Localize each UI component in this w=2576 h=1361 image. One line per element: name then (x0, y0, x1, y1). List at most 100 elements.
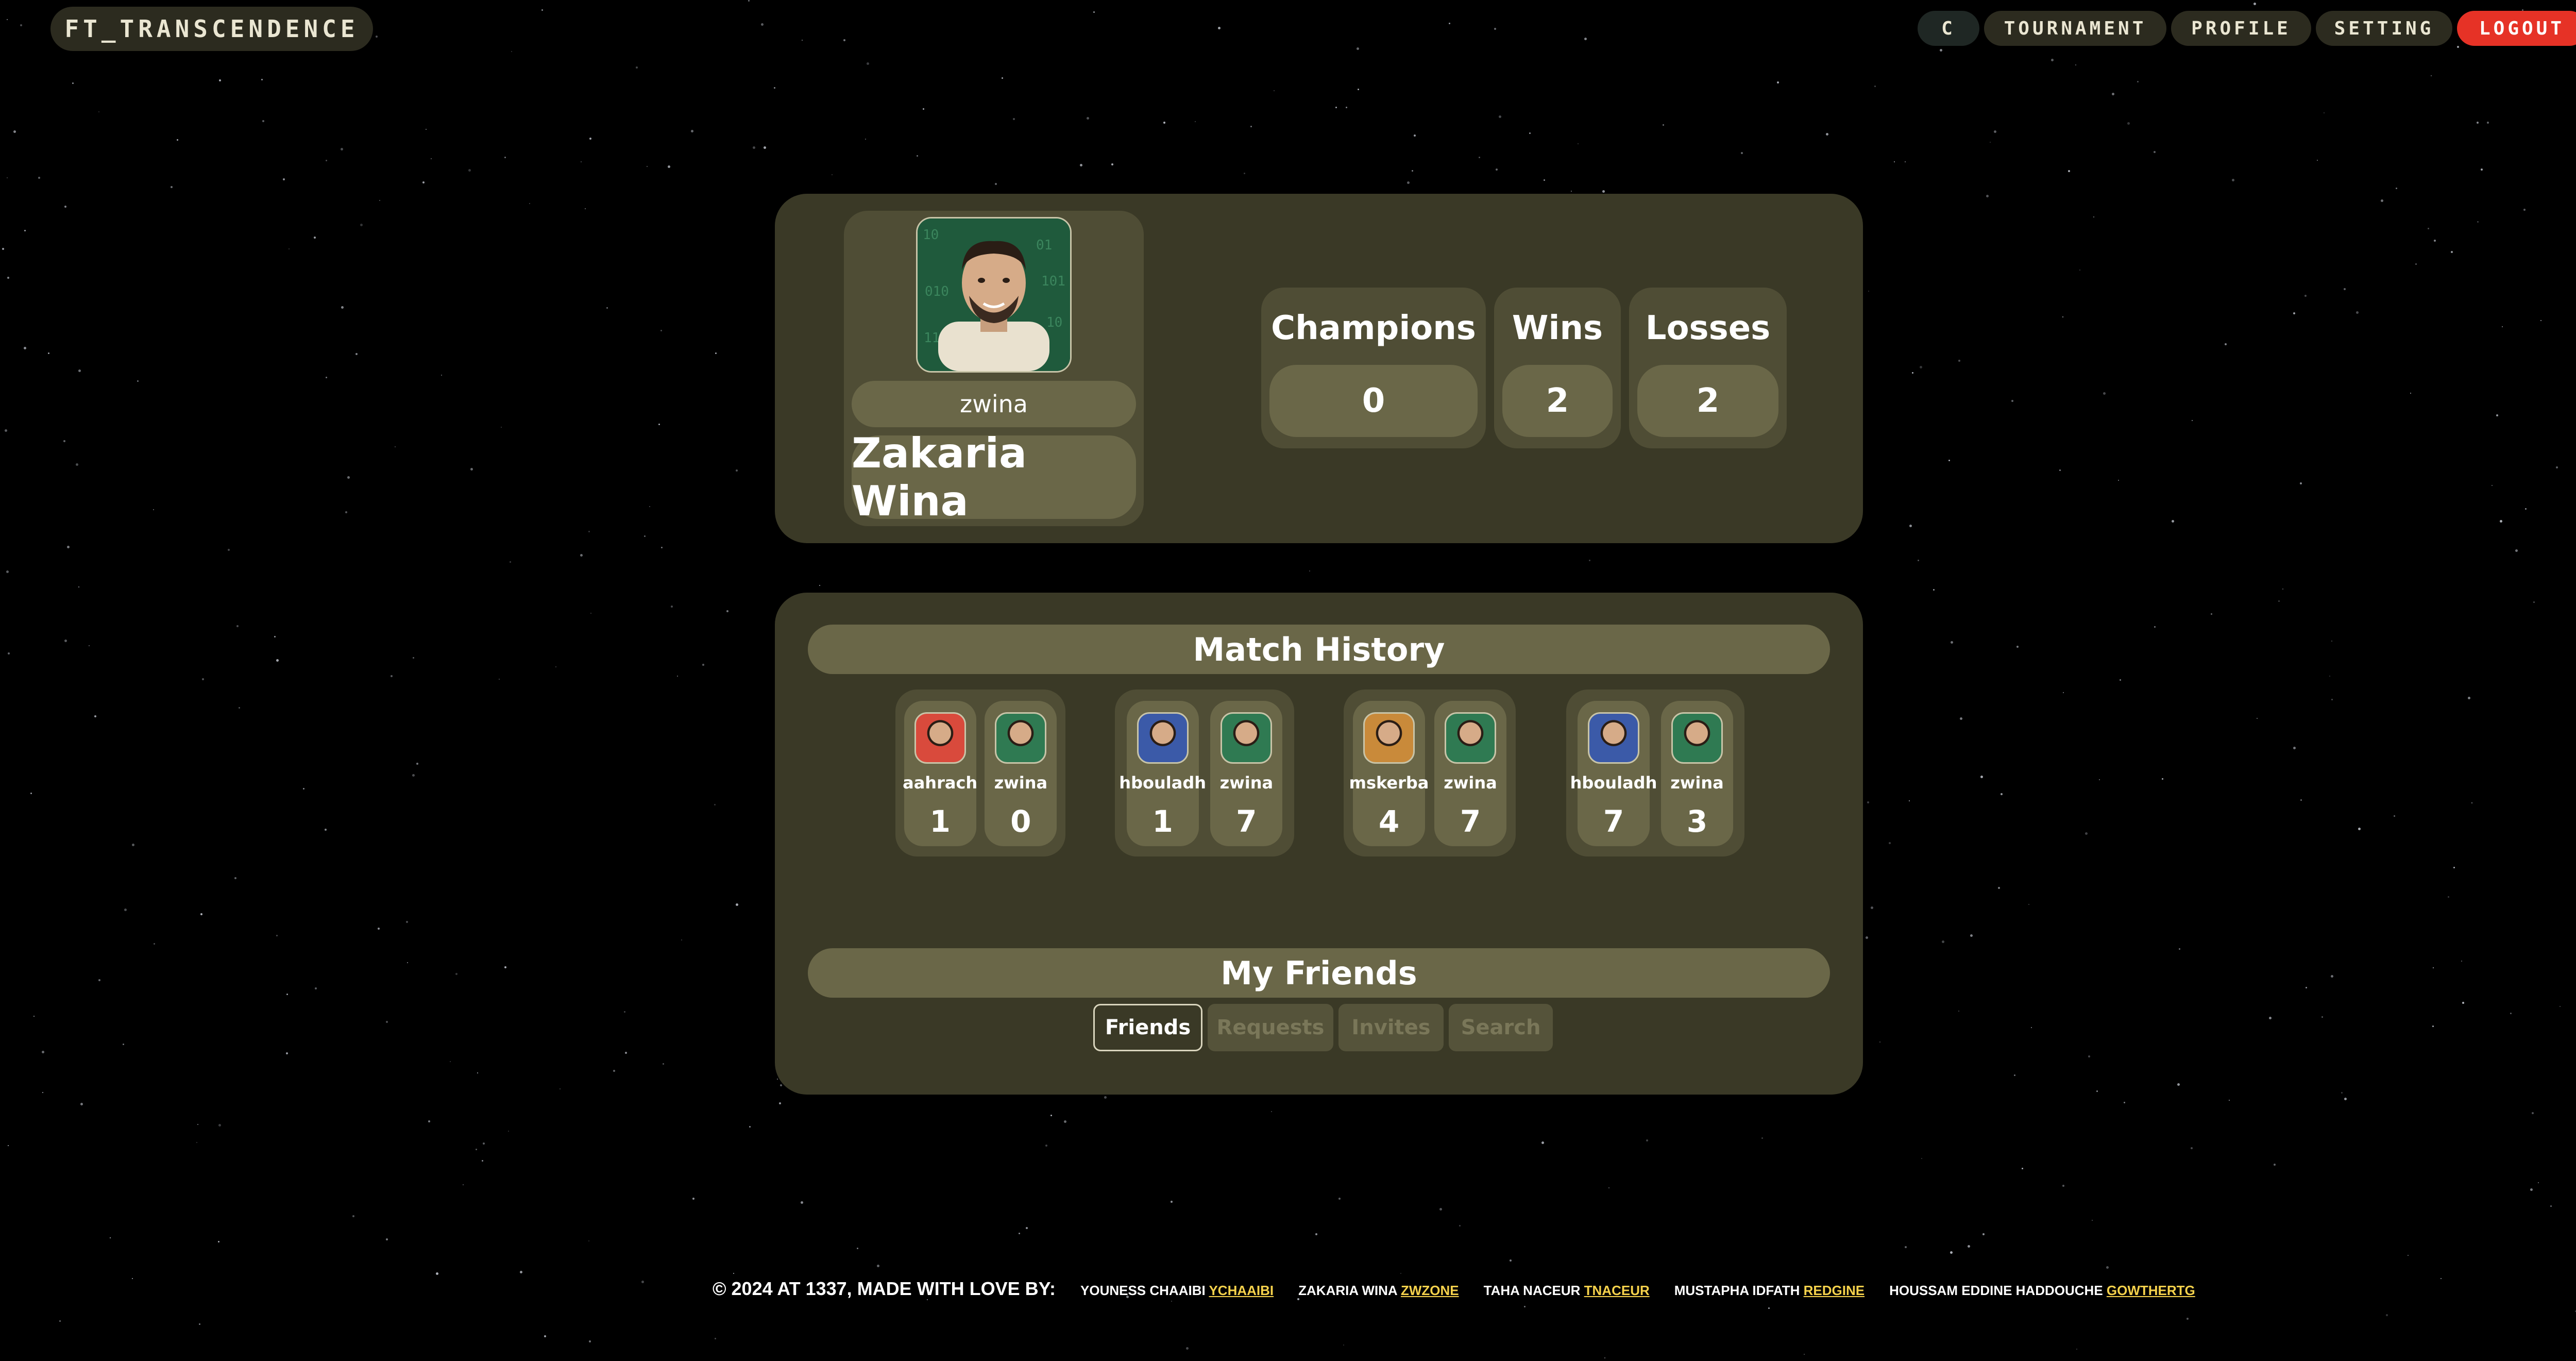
star (2453, 867, 2455, 868)
player-name: zwina (994, 773, 1048, 793)
star (1271, 1111, 1272, 1112)
star (196, 1142, 197, 1143)
star (2172, 520, 2174, 523)
star (8, 652, 10, 654)
star (2532, 1112, 2534, 1114)
star (2211, 613, 2212, 615)
star (2331, 699, 2333, 700)
credit-link[interactable]: ZWZONE (1401, 1283, 1459, 1298)
star (286, 994, 288, 995)
star (455, 973, 457, 975)
friends-tabs: Friends Requests Invites Search (1093, 1004, 1553, 1051)
star (2191, 1147, 2193, 1149)
star (153, 509, 154, 510)
star (345, 511, 347, 513)
star (261, 79, 263, 80)
star (2477, 221, 2479, 223)
full-name-label: Zakaria Wina (852, 429, 1136, 525)
stat-label: Wins (1512, 309, 1603, 347)
star (78, 586, 79, 587)
star (1868, 291, 1869, 292)
star (2293, 747, 2296, 749)
star (1986, 195, 1989, 197)
star (2022, 1168, 2023, 1169)
tab-friends[interactable]: Friends (1093, 1004, 1202, 1051)
star (2, 248, 4, 250)
star (1867, 801, 1869, 803)
brand-logo[interactable]: FT_TRANSCENDENCE (50, 7, 373, 51)
tab-requests[interactable]: Requests (1208, 1004, 1333, 1051)
star (1449, 23, 1450, 24)
match-player: aahrach 1 (903, 701, 977, 846)
tab-search[interactable]: Search (1449, 1004, 1553, 1051)
stat-label: Losses (1645, 309, 1771, 347)
star (761, 23, 764, 26)
credit-link[interactable]: GOWTHERTG (2107, 1283, 2195, 1298)
star (613, 1070, 615, 1072)
star (468, 169, 471, 172)
credit-link[interactable]: YCHAAIBI (1209, 1283, 1274, 1298)
player-score: 7 (1236, 804, 1257, 839)
star (2451, 251, 2453, 253)
star (1602, 190, 1605, 193)
logout-button[interactable]: LOGOUT (2457, 11, 2576, 46)
star (644, 535, 646, 537)
star (606, 307, 608, 309)
match-card[interactable]: hbouladh 1 zwina 7 (1115, 690, 1294, 856)
credit-link[interactable]: TNACEUR (1584, 1283, 1650, 1298)
star (801, 1201, 803, 1204)
star (1889, 842, 1891, 844)
stat-value: 2 (1637, 365, 1778, 437)
nav-tournament-button[interactable]: TOURNAMENT (1984, 11, 2166, 46)
star (649, 506, 650, 507)
stat-champions: Champions 0 (1261, 288, 1486, 448)
star (2274, 1164, 2276, 1166)
star (64, 640, 67, 642)
player-name: aahrach (903, 773, 978, 793)
nav-profile-button[interactable]: PROFILE (2171, 11, 2311, 46)
star (426, 129, 427, 130)
star (2085, 832, 2088, 835)
player-avatar (1445, 712, 1496, 764)
star (1951, 641, 1953, 644)
star (2331, 641, 2332, 642)
my-friends-title: My Friends (808, 948, 1830, 998)
star (1871, 906, 1873, 909)
match-card[interactable]: aahrach 1 zwina 0 (895, 690, 1065, 856)
star (72, 82, 74, 84)
star (541, 9, 543, 11)
star (641, 1281, 644, 1283)
star (1970, 934, 1973, 937)
star (1912, 372, 1913, 374)
star (819, 585, 820, 586)
star (2028, 904, 2029, 905)
star (2510, 1013, 2512, 1014)
star (2525, 508, 2527, 510)
nav-setting-button[interactable]: SETTING (2316, 11, 2452, 46)
match-card[interactable]: mskerba 4 zwina 7 (1344, 690, 1516, 856)
star (2496, 414, 2498, 416)
star (2523, 209, 2526, 211)
credit-link[interactable]: REDGINE (1804, 1283, 1865, 1298)
star (2433, 967, 2434, 968)
star (1663, 124, 1664, 126)
tab-invites[interactable]: Invites (1338, 1004, 1444, 1051)
star (1195, 121, 1196, 122)
star (1866, 936, 1868, 939)
nav-c-button[interactable]: C (1918, 11, 1979, 46)
star (779, 1102, 781, 1104)
star (1584, 38, 1587, 40)
star (832, 174, 833, 175)
match-card[interactable]: hbouladh 7 zwina 3 (1566, 690, 1744, 856)
star (2457, 46, 2459, 48)
star (715, 1338, 716, 1339)
svg-text:10: 10 (923, 227, 939, 243)
star (1357, 47, 1359, 50)
star (395, 446, 396, 447)
star (76, 463, 78, 466)
star (1909, 525, 1912, 527)
star (303, 788, 304, 789)
star (1171, 1201, 1173, 1203)
match-player: hbouladh 1 (1119, 701, 1206, 846)
match-player: zwina 3 (1661, 701, 1733, 846)
